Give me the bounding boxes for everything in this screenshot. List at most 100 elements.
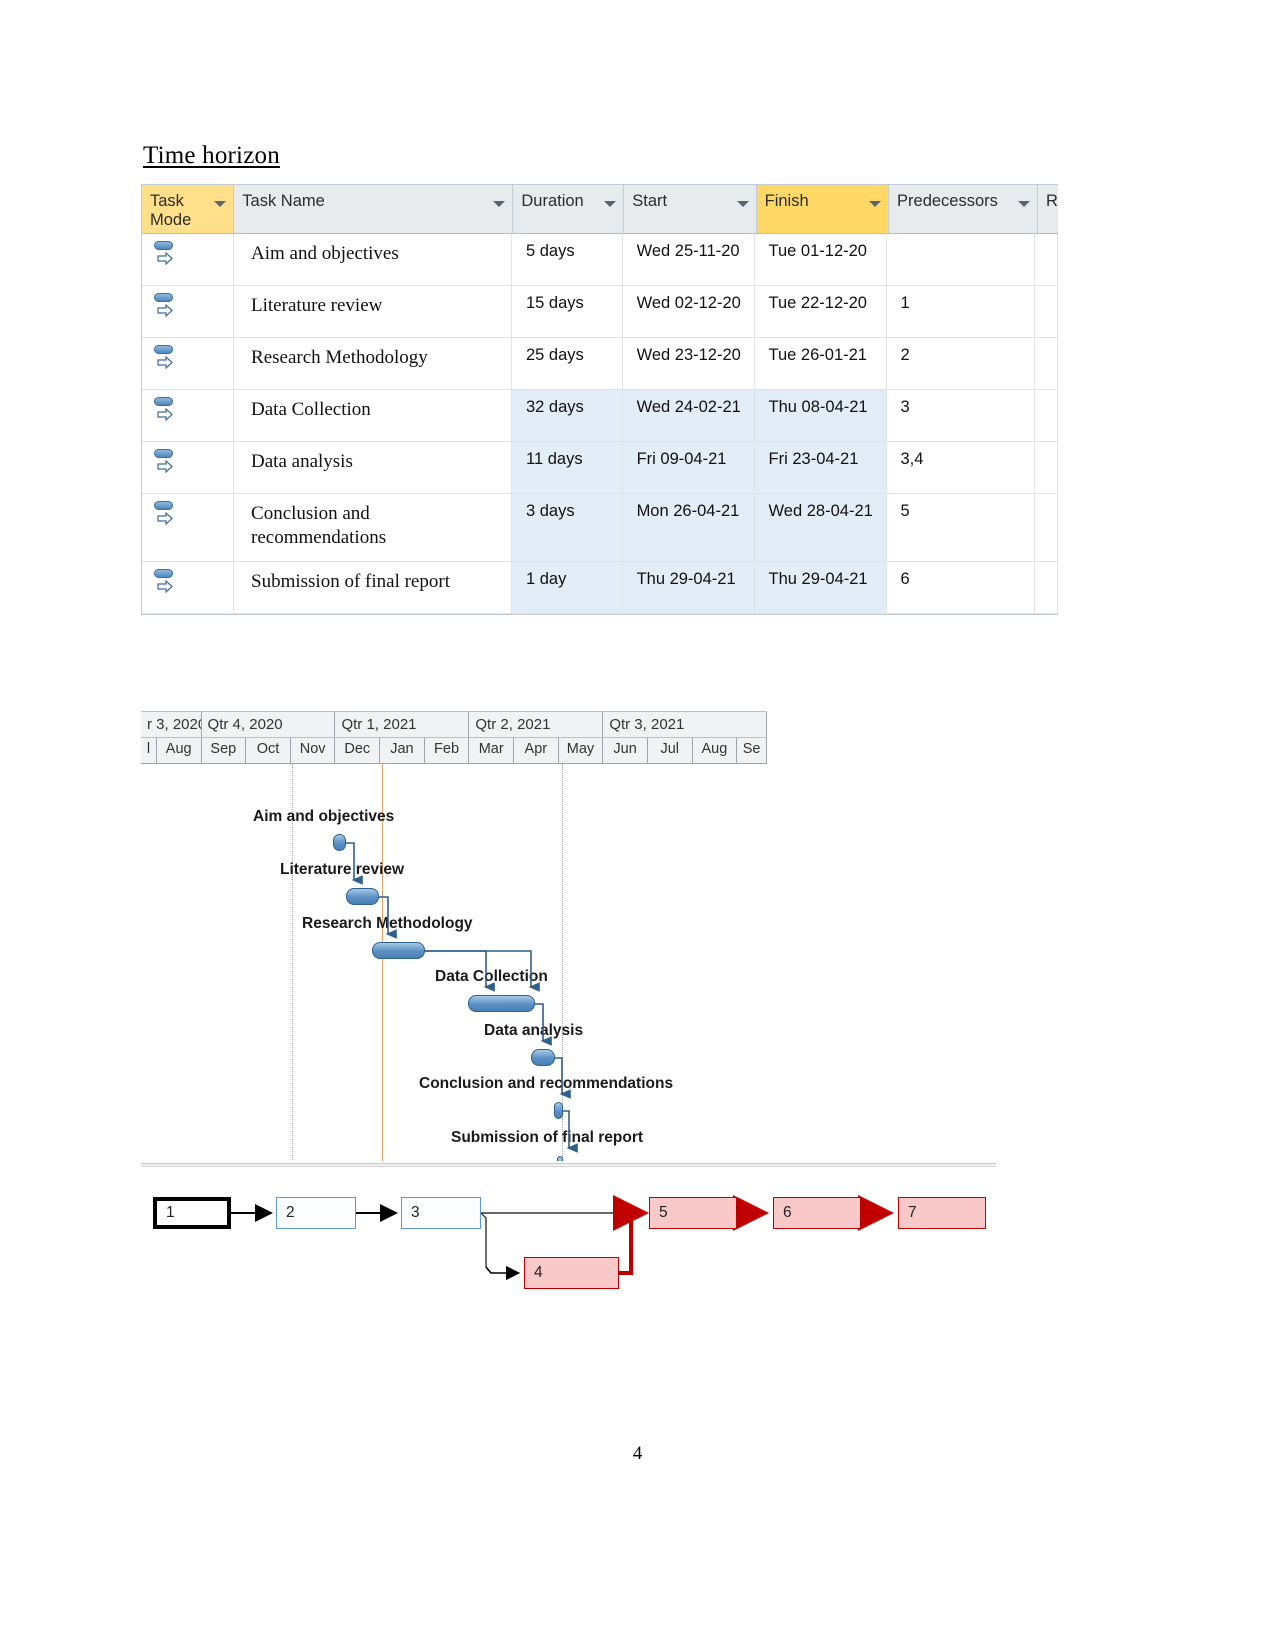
chevron-down-icon[interactable] (604, 201, 617, 207)
arrow-glyph (157, 252, 173, 266)
cell-start[interactable]: Wed 25-11-20 (623, 234, 755, 285)
cell-predecessors[interactable]: 5 (887, 494, 1035, 561)
table-row[interactable]: Literature review 15 days Wed 02-12-20 Tue … (142, 286, 1058, 338)
cell-task-mode[interactable] (142, 338, 235, 389)
cell-task-mode[interactable] (142, 390, 235, 441)
chevron-down-icon[interactable] (493, 201, 506, 207)
cell-predecessors[interactable]: 3 (887, 390, 1035, 441)
network-node[interactable]: 6 (773, 1197, 861, 1229)
column-header-finish[interactable]: Finish (756, 185, 890, 233)
gantt-month-label: Sep (202, 738, 247, 763)
gantt-month-label: Aug (693, 738, 738, 763)
gantt-month-label: Jul (648, 738, 693, 763)
chevron-down-icon[interactable] (1018, 201, 1031, 207)
column-header-predecessors[interactable]: Predecessors (889, 185, 1039, 233)
column-header-duration[interactable]: Duration (513, 185, 625, 233)
gantt-quarter-label: Qtr 2, 2021 (469, 712, 604, 737)
cell-predecessors[interactable]: 3,4 (887, 442, 1035, 493)
table-row[interactable]: Data Collection 32 days Wed 24-02-21 Thu 08… (142, 390, 1058, 442)
column-header-label: R (1046, 192, 1058, 210)
table-row[interactable]: Aim and objectives 5 days Wed 25-11-20 Tue … (142, 234, 1058, 286)
cell-task-mode[interactable] (142, 494, 235, 561)
cell-start[interactable]: Wed 24-02-21 (622, 390, 755, 441)
cell-duration[interactable]: 25 days (512, 338, 623, 389)
chevron-down-icon[interactable] (214, 201, 227, 207)
cell-finish[interactable]: Tue 26-01-21 (755, 338, 887, 389)
page-number: 4 (632, 1443, 643, 1464)
cell-task-name[interactable]: Literature review (234, 286, 512, 337)
cell-resource-names[interactable] (1035, 442, 1058, 493)
cell-task-name[interactable]: Submission of final report (234, 562, 512, 613)
gantt-connectors (346, 842, 578, 1153)
cell-start[interactable]: Wed 02-12-20 (623, 286, 755, 337)
arrow-glyph (157, 304, 173, 318)
cell-duration[interactable]: 1 day (512, 562, 623, 613)
table-header-row: Task Mode Task Name Duration Start Finis… (142, 185, 1059, 234)
cell-finish[interactable]: Thu 29-04-21 (754, 562, 887, 613)
cell-finish[interactable]: Fri 23-04-21 (754, 442, 887, 493)
cell-resource-names[interactable] (1035, 562, 1058, 613)
column-header-task-mode[interactable]: Task Mode (142, 185, 235, 233)
column-header-label: Start (632, 192, 668, 210)
cell-task-mode[interactable] (142, 562, 235, 613)
cell-predecessors[interactable]: 2 (887, 338, 1035, 389)
cell-start[interactable]: Fri 09-04-21 (622, 442, 755, 493)
cell-start[interactable]: Thu 29-04-21 (622, 562, 755, 613)
chevron-down-icon[interactable] (869, 201, 882, 207)
cell-duration[interactable]: 32 days (512, 390, 623, 441)
network-node[interactable]: 7 (898, 1197, 986, 1229)
cell-finish[interactable]: Wed 28-04-21 (754, 494, 887, 561)
gantt-month-label: Oct (246, 738, 291, 763)
column-header-resource-names[interactable]: R (1038, 185, 1059, 233)
cell-finish[interactable]: Tue 22-12-20 (755, 286, 887, 337)
cell-task-mode[interactable] (142, 286, 235, 337)
cell-task-mode[interactable] (142, 442, 235, 493)
network-node[interactable]: 1 (153, 1197, 231, 1229)
cell-duration[interactable]: 11 days (512, 442, 623, 493)
cell-task-name[interactable]: Aim and objectives (234, 234, 512, 285)
auto-scheduled-icon (154, 345, 176, 375)
cell-predecessors[interactable]: 1 (887, 286, 1035, 337)
column-header-task-name[interactable]: Task Name (234, 185, 514, 233)
cell-duration[interactable]: 5 days (512, 234, 623, 285)
cell-duration[interactable]: 3 days (512, 494, 623, 561)
gantt-month-label: Jun (603, 738, 648, 763)
cell-start[interactable]: Wed 23-12-20 (623, 338, 755, 389)
cell-task-name[interactable]: Research Methodology (234, 338, 512, 389)
table-body: Aim and objectives 5 days Wed 25-11-20 Tue … (142, 234, 1058, 614)
cell-resource-names[interactable] (1035, 234, 1058, 285)
cell-task-mode[interactable] (142, 234, 235, 285)
column-header-start[interactable]: Start (624, 185, 757, 233)
cell-finish[interactable]: Thu 08-04-21 (754, 390, 887, 441)
table-row[interactable]: Submission of final report 1 day Thu 29-04… (142, 562, 1058, 614)
cell-duration[interactable]: 15 days (512, 286, 623, 337)
gantt-quarter-label: r 3, 2020 (141, 712, 202, 737)
table-row[interactable]: Research Methodology 25 days Wed 23-12-20 T… (142, 338, 1058, 390)
cell-resource-names[interactable] (1035, 338, 1058, 389)
gantt-month-label: l (141, 738, 157, 763)
table-row[interactable]: Data analysis 11 days Fri 09-04-21 Fri 23-0… (142, 442, 1058, 494)
arrow-glyph (157, 512, 173, 526)
cell-start[interactable]: Mon 26-04-21 (622, 494, 755, 561)
network-diagram: 1 2 3 45 6 7 (141, 1163, 1001, 1293)
cell-finish[interactable]: Tue 01-12-20 (755, 234, 887, 285)
network-node[interactable]: 5 (649, 1197, 737, 1229)
cell-resource-names[interactable] (1035, 390, 1058, 441)
cell-predecessors[interactable] (887, 234, 1035, 285)
network-node[interactable]: 4 (524, 1257, 619, 1289)
column-header-label: Finish (764, 192, 809, 210)
gantt-quarter-label: Qtr 3, 2021 (603, 712, 767, 737)
cell-resource-names[interactable] (1035, 494, 1058, 561)
page-title: Time horizon (143, 142, 280, 169)
chevron-down-icon[interactable] (736, 201, 749, 207)
network-node[interactable]: 2 (276, 1197, 356, 1229)
gantt-month-label: Feb (425, 738, 470, 763)
cell-task-name[interactable]: Data analysis (234, 442, 512, 493)
table-row[interactable]: Conclusion and recommendations 3 days Mon … (142, 494, 1058, 562)
cell-task-name[interactable]: Conclusion and recommendations (234, 494, 512, 561)
cell-predecessors[interactable]: 6 (887, 562, 1035, 613)
cell-resource-names[interactable] (1035, 286, 1058, 337)
gantt-month-label: Nov (291, 738, 336, 763)
network-node[interactable]: 3 (401, 1197, 481, 1229)
cell-task-name[interactable]: Data Collection (234, 390, 512, 441)
